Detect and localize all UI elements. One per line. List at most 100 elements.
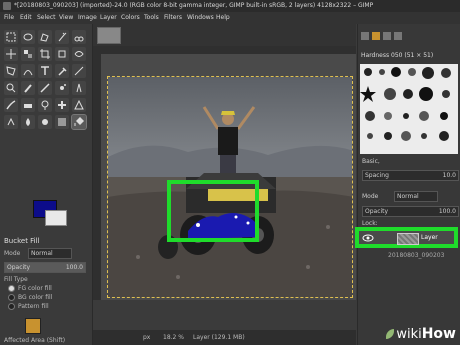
- paintbrush-tool[interactable]: [21, 81, 35, 95]
- clone-tool[interactable]: [38, 98, 52, 112]
- gimp-app-icon: [3, 2, 11, 10]
- layers-opacity-label: Opacity: [365, 208, 389, 215]
- radio-fg-fill[interactable]: [8, 285, 15, 292]
- highlight-selection-box: [167, 180, 259, 242]
- dock-tab-icons: [361, 32, 402, 40]
- align-tool[interactable]: [21, 47, 35, 61]
- paths-tool[interactable]: [21, 64, 35, 78]
- second-layer-name[interactable]: 20180803_090203: [388, 252, 444, 259]
- spacing-label: Spacing: [365, 172, 389, 179]
- layers-mode-label: Mode: [362, 193, 379, 200]
- zoom-select[interactable]: 18.2 %: [163, 334, 184, 341]
- unified-transform-tool[interactable]: [55, 47, 69, 61]
- background-color-swatch[interactable]: [45, 210, 67, 226]
- lock-label: Lock:: [362, 220, 378, 227]
- layer-info: Layer (129.1 MB): [193, 334, 245, 341]
- right-dock: Hardness 050 (51 × 51) Basic, Spacing 10…: [357, 24, 460, 345]
- zoom-tool[interactable]: [4, 81, 18, 95]
- opacity-label: Opacity: [7, 264, 31, 271]
- wikihow-leaf-icon: [386, 329, 395, 339]
- wikihow-how-text: How: [421, 326, 456, 342]
- window-title: *[20180803_090203] (imported)-24.0 (RGB …: [14, 2, 374, 9]
- menu-windows[interactable]: Windows: [187, 14, 214, 21]
- crop-tool[interactable]: [38, 47, 52, 61]
- menu-edit[interactable]: Edit: [20, 14, 32, 21]
- mypaint-brush-tool[interactable]: [4, 98, 18, 112]
- pattern-swatch[interactable]: [25, 318, 41, 334]
- ink-tool[interactable]: [72, 81, 86, 95]
- heal-tool[interactable]: [55, 98, 69, 112]
- scissors-tool[interactable]: [72, 30, 86, 44]
- wikihow-watermark: wikiHow: [386, 326, 456, 342]
- layer-thumbnail: [397, 233, 419, 245]
- vertical-ruler[interactable]: [93, 54, 101, 300]
- toolbox-panel: Bucket Fill Mode Normal Opacity 100.0 Fi…: [0, 24, 93, 345]
- menu-bar: File Edit Select View Image Layer Colors…: [0, 12, 460, 24]
- menu-layer[interactable]: Layer: [100, 14, 117, 21]
- affected-area-label: Affected Area: [4, 337, 45, 344]
- fill-type-fg[interactable]: FG color fill: [8, 285, 52, 292]
- image-tabs: [93, 24, 356, 46]
- canvas-area[interactable]: [93, 46, 356, 300]
- blur-tool[interactable]: [21, 115, 35, 129]
- eraser-tool[interactable]: [21, 98, 35, 112]
- units-select[interactable]: px: [143, 334, 150, 341]
- menu-select[interactable]: Select: [37, 14, 56, 21]
- opacity-slider[interactable]: Opacity 100.0: [4, 262, 86, 273]
- radio-bg-fill[interactable]: [8, 294, 15, 301]
- gradient-tool[interactable]: [55, 115, 69, 129]
- color-picker-tool[interactable]: [55, 64, 69, 78]
- perspective-clone-tool[interactable]: [72, 98, 86, 112]
- brush-header: Hardness 050 (51 × 51): [361, 52, 434, 59]
- layers-opacity-value: 100.0: [438, 208, 456, 215]
- brush-thumbnails: [360, 67, 451, 141]
- title-bar: *[20180803_090203] (imported)-24.0 (RGB …: [0, 0, 460, 12]
- move-tool[interactable]: [4, 47, 18, 61]
- fill-type-bg-label: BG color fill: [18, 294, 53, 301]
- fill-type-pattern-label: Pattern fill: [18, 303, 49, 310]
- tool-options-title: Bucket Fill: [4, 237, 40, 245]
- eye-icon[interactable]: [362, 234, 374, 242]
- warp-transform-tool[interactable]: [72, 47, 86, 61]
- fill-type-bg[interactable]: BG color fill: [8, 294, 52, 301]
- menu-colors[interactable]: Colors: [121, 14, 140, 21]
- menu-image[interactable]: Image: [78, 14, 97, 21]
- cage-transform-tool[interactable]: [4, 64, 18, 78]
- spacing-slider[interactable]: Spacing 10.0: [362, 170, 459, 181]
- ellipse-select-tool[interactable]: [21, 30, 35, 44]
- layers-opacity-slider[interactable]: Opacity 100.0: [362, 206, 459, 217]
- measure-tool[interactable]: [72, 64, 86, 78]
- free-select-tool[interactable]: [38, 30, 52, 44]
- menu-tools[interactable]: Tools: [144, 14, 159, 21]
- pencil-tool[interactable]: [38, 81, 52, 95]
- layer-name: Layer: [421, 234, 438, 241]
- brush-preset[interactable]: Basic,: [362, 158, 380, 165]
- active-layer-row[interactable]: Layer: [355, 227, 458, 248]
- menu-file[interactable]: File: [4, 14, 14, 21]
- menu-filters[interactable]: Filters: [164, 14, 182, 21]
- wikihow-wiki-text: wiki: [396, 327, 422, 342]
- layers-mode-select[interactable]: Normal: [394, 191, 438, 202]
- fill-type-label: Fill Type: [4, 276, 28, 283]
- image-tab-thumbnail[interactable]: [97, 27, 121, 44]
- fill-type-pattern[interactable]: Pattern fill: [8, 303, 49, 310]
- dodge-burn-tool[interactable]: [38, 115, 52, 129]
- bucket-fill-tool[interactable]: [71, 114, 87, 130]
- fill-type-fg-label: FG color fill: [18, 285, 52, 292]
- menu-help[interactable]: Help: [216, 14, 230, 21]
- fuzzy-select-tool[interactable]: [55, 30, 69, 44]
- mode-label: Mode: [4, 250, 21, 257]
- airbrush-tool[interactable]: [55, 81, 69, 95]
- mode-select[interactable]: Normal: [28, 248, 72, 259]
- status-bar: px 18.2 % Layer (129.1 MB): [93, 330, 356, 345]
- brush-grid[interactable]: [360, 64, 458, 154]
- radio-pattern-fill[interactable]: [8, 303, 15, 310]
- smudge-tool[interactable]: [4, 115, 18, 129]
- text-tool[interactable]: [38, 64, 52, 78]
- spacing-value: 10.0: [442, 172, 456, 179]
- menu-view[interactable]: View: [59, 14, 73, 21]
- horizontal-ruler[interactable]: [93, 46, 356, 54]
- affected-area-row: Affected Area (Shift): [4, 337, 65, 344]
- affected-area-hint: (Shift): [46, 337, 66, 344]
- rect-select-tool[interactable]: [4, 30, 18, 44]
